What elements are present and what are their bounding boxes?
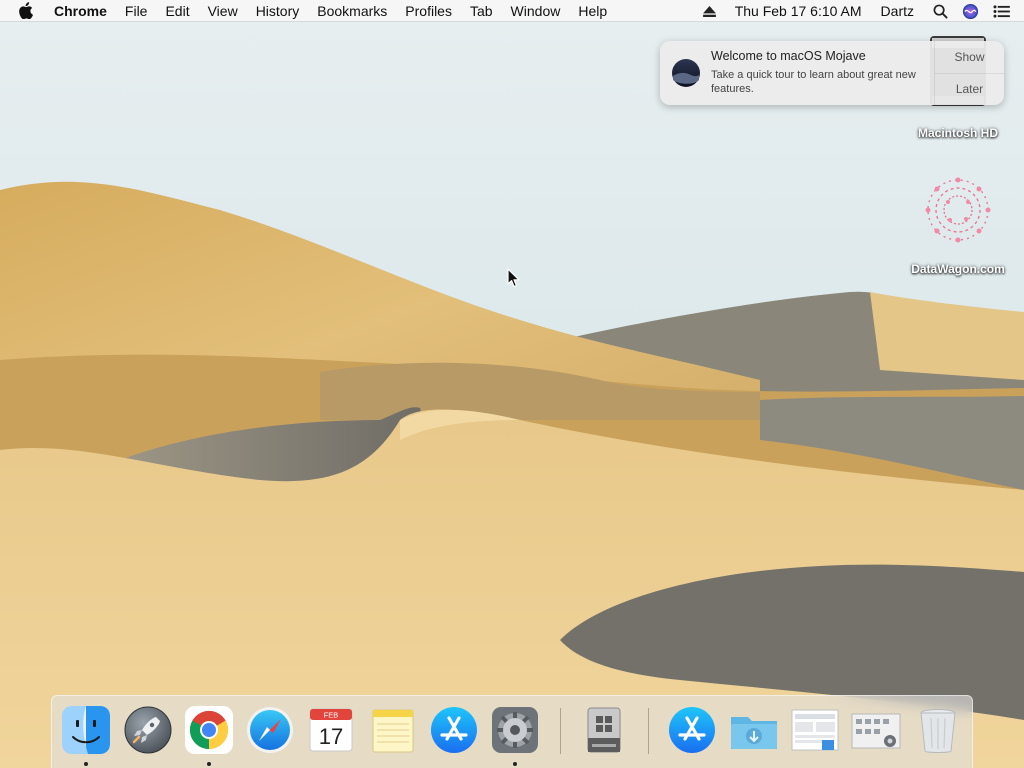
chrome-icon: [185, 706, 233, 754]
dock-app-store-download[interactable]: [666, 704, 718, 760]
document-stack-icon: [791, 709, 839, 751]
dock-notes[interactable]: [367, 704, 419, 760]
notification-text: Take a quick tour to learn about great n…: [711, 69, 916, 95]
dock-safari[interactable]: [244, 704, 296, 760]
dock-calendar[interactable]: FEB 17: [305, 704, 357, 760]
menu-bar-status-area: Thu Feb 17 6:10 AM Dartz: [696, 0, 1024, 22]
menu-tab[interactable]: Tab: [461, 0, 502, 22]
dock-system-preferences[interactable]: [489, 704, 541, 766]
desktop-icon-label: Macintosh HD: [917, 126, 998, 140]
menu-edit[interactable]: Edit: [156, 0, 198, 22]
menu-file[interactable]: File: [116, 0, 157, 22]
dock-separator: [560, 708, 561, 754]
menu-bookmarks[interactable]: Bookmarks: [308, 0, 396, 22]
running-indicator: [84, 762, 88, 766]
downloads-folder-icon: [731, 717, 777, 749]
dock-preferences-stack[interactable]: [850, 704, 902, 760]
calendar-icon: FEB 17: [309, 708, 353, 752]
finder-icon: [62, 706, 110, 754]
menu-window[interactable]: Window: [502, 0, 570, 22]
dock-downloads[interactable]: [728, 704, 780, 760]
boot-camp-icon: [587, 707, 621, 753]
desktop-icon-label: DataWagon.com: [911, 262, 1005, 276]
running-indicator: [207, 762, 211, 766]
dock-finder[interactable]: [60, 704, 112, 766]
preferences-stack-icon: [851, 713, 901, 749]
spotlight-search-icon[interactable]: [933, 4, 948, 19]
dock: FEB 17: [51, 695, 973, 768]
system-preferences-icon: [492, 707, 538, 753]
menu-clock[interactable]: Thu Feb 17 6:10 AM: [735, 0, 862, 22]
menu-profiles[interactable]: Profiles: [396, 0, 461, 22]
notification-title: Welcome to macOS Mojave: [711, 49, 866, 63]
menu-view[interactable]: View: [199, 0, 247, 22]
launchpad-icon: [124, 706, 172, 754]
menu-user[interactable]: Dartz: [881, 0, 914, 22]
desktop-icon-datawagon[interactable]: DataWagon.com: [903, 172, 1013, 276]
menu-history[interactable]: History: [247, 0, 309, 22]
calendar-day: 17: [319, 724, 343, 749]
mouse-cursor-icon: [507, 268, 520, 288]
app-store-download-icon: [669, 707, 715, 753]
dock-trash[interactable]: [912, 704, 964, 760]
notification-show-button[interactable]: Show: [935, 41, 1004, 73]
dock-app-store[interactable]: [428, 704, 480, 760]
safari-icon: [247, 707, 293, 753]
desktop-wallpaper: [0, 0, 1024, 768]
mojave-icon: [672, 59, 700, 87]
dock-document-stack[interactable]: [789, 704, 841, 760]
notes-icon: [372, 709, 414, 753]
datawagon-icon: [925, 177, 991, 243]
notification-actions: Show Later: [934, 41, 1004, 105]
siri-icon[interactable]: [962, 3, 979, 20]
calendar-month: FEB: [324, 711, 339, 720]
dock-separator: [648, 708, 649, 754]
dock-boot-camp[interactable]: [578, 704, 630, 760]
dock-chrome[interactable]: [183, 704, 235, 766]
apple-icon[interactable]: [18, 2, 36, 20]
notification-later-button[interactable]: Later: [935, 72, 1004, 106]
menu-help[interactable]: Help: [569, 0, 616, 22]
trash-icon: [920, 709, 956, 753]
eject-icon[interactable]: [702, 5, 716, 17]
app-store-icon: [431, 707, 477, 753]
menu-app-name[interactable]: Chrome: [50, 0, 116, 22]
menu-bar: Chrome File Edit View History Bookmarks …: [0, 0, 1024, 22]
notification-banner[interactable]: Welcome to macOS Mojave Take a quick tou…: [660, 41, 1004, 105]
notification-body: Welcome to macOS Mojave Take a quick tou…: [711, 49, 933, 96]
running-indicator: [513, 762, 517, 766]
notification-center-icon[interactable]: [993, 4, 1010, 18]
dock-launchpad[interactable]: [122, 704, 174, 760]
